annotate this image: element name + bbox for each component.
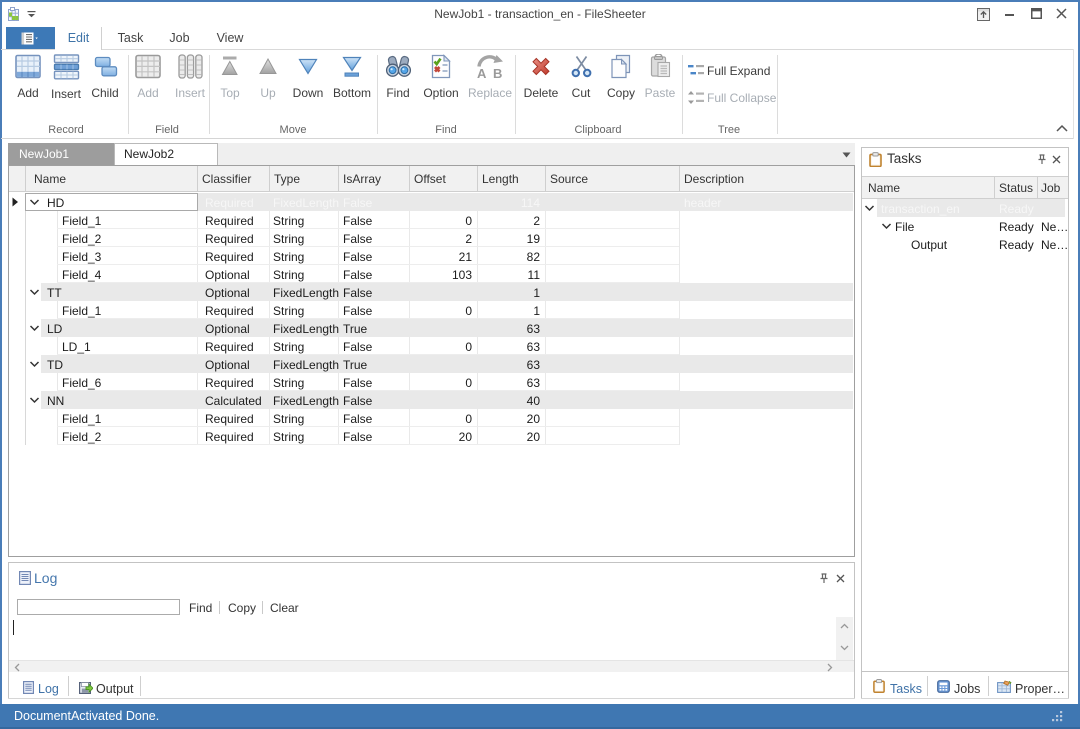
svg-text:A: A xyxy=(477,66,487,79)
svg-text:B: B xyxy=(493,66,502,79)
